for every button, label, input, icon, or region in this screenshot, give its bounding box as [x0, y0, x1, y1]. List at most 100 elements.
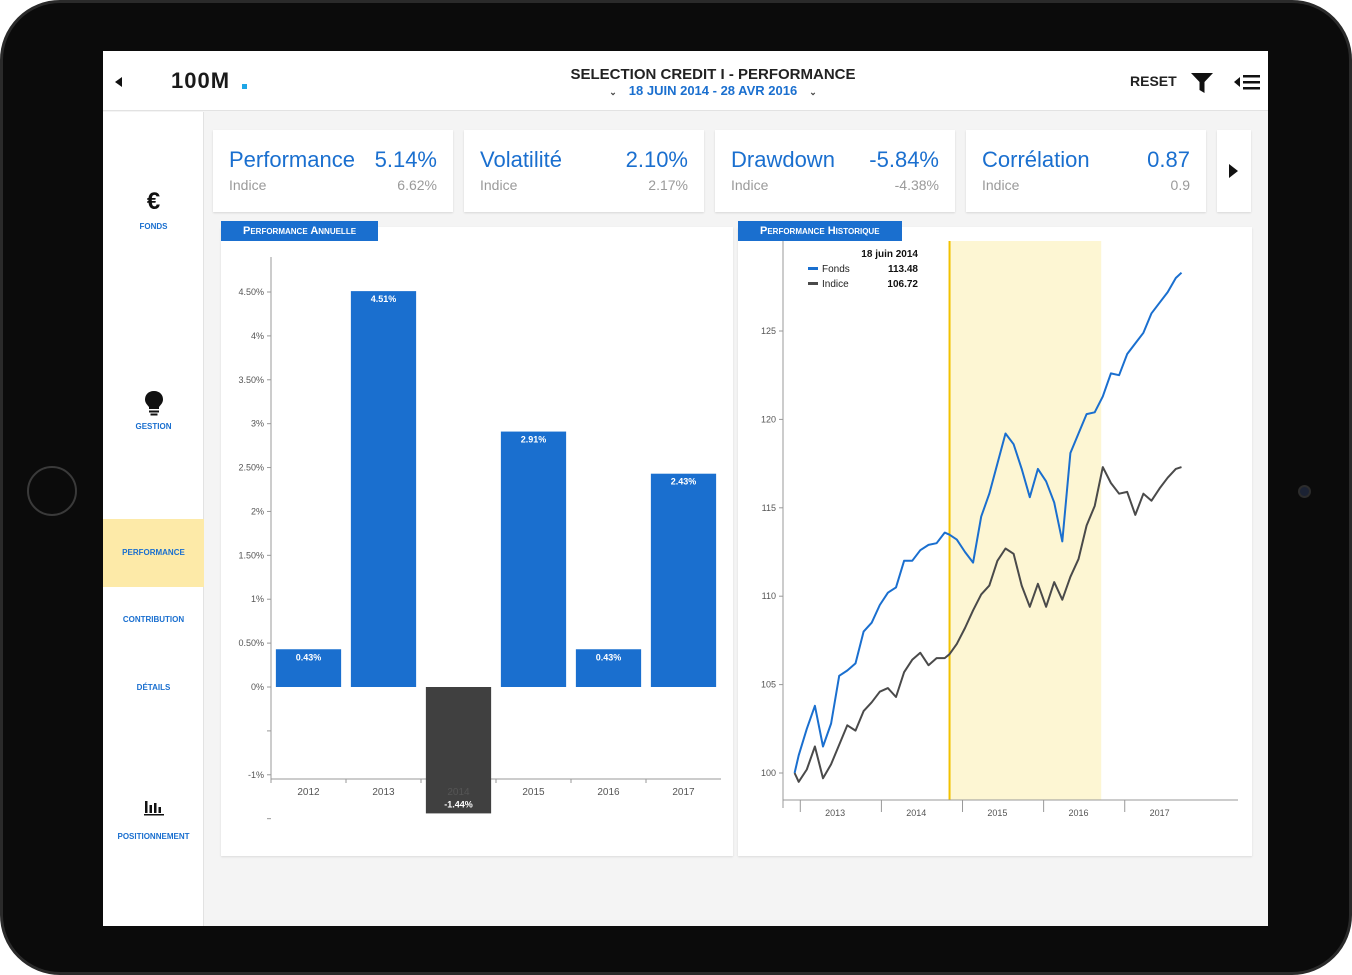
y-tick-label: 115 [762, 503, 776, 513]
annual-performance-panel: Performance Annuelle 4.50% 4% 3.50% 3% 2.50%… [221, 221, 733, 856]
sidebar-item-label: POSITIONNEMENT [117, 832, 190, 841]
legend-value: 113.48 [888, 264, 918, 275]
date-range-label: 18 JUIN 2014 - 28 AVR 2016 [628, 83, 798, 98]
chevron-right-icon [1229, 164, 1238, 178]
main-content: Performance 5.14% Indice 6.62% Volatilit… [204, 112, 1268, 926]
y-tick-label: 1% [251, 594, 264, 604]
y-tick-label: 4.50% [238, 287, 264, 297]
sidebar-item-positionnement[interactable]: POSITIONNEMENT [103, 798, 204, 841]
tablet-frame: 100M SELECTION CREDIT I - PERFORMANCE ⌄ 1… [0, 0, 1352, 975]
sidebar-item-fonds[interactable]: € FONDS [103, 188, 204, 231]
kpi-card-volatilite[interactable]: Volatilité 2.10% Indice 2.17% [464, 130, 704, 212]
legend-swatch [808, 282, 818, 285]
x-tick-label: 2014 [447, 787, 470, 798]
sidebar-item-performance[interactable]: PERFORMANCE [103, 519, 204, 587]
kpi-card-drawdown[interactable]: Drawdown -5.84% Indice -4.38% [715, 130, 955, 212]
logo: 100M [171, 68, 231, 93]
camera [1298, 485, 1311, 498]
x-tick-label: 2016 [1068, 808, 1088, 818]
kpi-sub-value: 0.9 [1170, 177, 1190, 193]
menu-collapse-icon[interactable] [1234, 73, 1260, 91]
sidebar-item-label: PERFORMANCE [122, 548, 185, 557]
kpi-card-correlation[interactable]: Corrélation 0.87 Indice 0.9 [966, 130, 1206, 212]
reset-button[interactable]: RESET [1130, 73, 1177, 89]
kpi-name: Volatilité [480, 147, 562, 172]
historical-performance-panel: Performance Historique 100 105 110 115 120 12… [738, 221, 1252, 856]
x-tick-label: 2013 [372, 787, 395, 798]
app-screen: 100M SELECTION CREDIT I - PERFORMANCE ⌄ 1… [103, 51, 1268, 926]
sidebar-item-label: CONTRIBUTION [122, 615, 185, 624]
lightbulb-icon [144, 391, 163, 416]
x-tick-label: 2014 [906, 808, 926, 818]
kpi-sub-label: Indice [731, 177, 769, 193]
x-tick-label: 2015 [522, 787, 545, 798]
sidebar-item-details[interactable]: DÉTAILS [103, 683, 204, 692]
chevron-down-icon[interactable]: ⌄ [809, 87, 817, 98]
y-tick-label: 3.50% [238, 375, 264, 385]
y-tick-label: 0.50% [238, 638, 264, 648]
sidebar: € FONDS GESTION PERFORMANCE CONTRIBUTION… [103, 112, 204, 926]
sidebar-item-contribution[interactable]: CONTRIBUTION [103, 615, 204, 624]
x-tick-label: 2016 [597, 787, 620, 798]
y-tick-label: 120 [761, 414, 776, 424]
kpi-sub-value: -4.38% [894, 177, 939, 193]
kpi-name: Drawdown [731, 147, 835, 172]
x-tick-label: 2013 [825, 808, 845, 818]
y-tick-label: 125 [761, 326, 776, 336]
y-tick-label: 0% [251, 682, 264, 692]
top-bar: 100M SELECTION CREDIT I - PERFORMANCE ⌄ 1… [103, 51, 1268, 111]
bar-value-label: 4.51% [371, 294, 397, 304]
bar-value-label: 0.43% [296, 652, 322, 662]
legend-label: Fonds [822, 264, 850, 275]
y-tick-label: 1.50% [238, 550, 264, 560]
y-tick-label: 110 [762, 591, 776, 601]
bar [500, 431, 567, 687]
date-range-selector[interactable]: ⌄ 18 JUIN 2014 - 28 AVR 2016 ⌄ [503, 83, 923, 98]
y-tick-label: -1% [248, 770, 264, 780]
legend-swatch [808, 267, 818, 270]
kpi-value: 5.14% [374, 147, 437, 172]
y-tick-label: 2.50% [238, 463, 264, 473]
tooltip-date: 18 juin 2014 [861, 249, 918, 260]
x-tick-label: 2017 [672, 787, 695, 798]
sidebar-item-gestion[interactable]: GESTION [103, 390, 204, 431]
x-tick-label: 2017 [1150, 808, 1170, 818]
page-title: SELECTION CREDIT I - PERFORMANCE [570, 66, 856, 83]
bar-value-label: -1.44% [444, 799, 473, 809]
kpi-value: 0.87 [1147, 147, 1190, 172]
kpi-next-button[interactable] [1217, 130, 1251, 212]
y-tick-label: 4% [251, 331, 264, 341]
home-button[interactable] [27, 466, 77, 516]
sidebar-item-label: DÉTAILS [136, 683, 171, 692]
bar-value-label: 2.91% [521, 435, 547, 445]
legend-value: 106.72 [887, 279, 918, 290]
bar-chart-icon [143, 801, 164, 816]
filter-icon[interactable] [1191, 73, 1213, 93]
kpi-sub-label: Indice [480, 177, 518, 193]
kpi-value: 2.10% [625, 147, 688, 172]
bar-value-label: 0.43% [596, 652, 622, 662]
kpi-sub-value: 2.17% [648, 177, 688, 193]
sidebar-item-label: FONDS [139, 222, 168, 231]
kpi-name: Performance [229, 147, 355, 172]
kpi-value: -5.84% [869, 147, 939, 172]
kpi-sub-label: Indice [229, 177, 267, 193]
bar-value-label: 2.43% [671, 477, 697, 487]
kpi-name: Corrélation [982, 147, 1090, 172]
chevron-down-icon[interactable]: ⌄ [609, 87, 617, 98]
kpi-sub-label: Indice [982, 177, 1020, 193]
y-tick-label: 2% [251, 506, 264, 516]
euro-icon: € [146, 188, 161, 215]
y-tick-label: 105 [761, 680, 776, 690]
x-tick-label: 2012 [297, 787, 320, 798]
selected-range-highlight [949, 241, 1102, 800]
sidebar-item-label: GESTION [135, 422, 172, 431]
bar [650, 473, 717, 687]
logo-dot [242, 84, 247, 89]
x-tick-label: 2015 [987, 808, 1007, 818]
bar [350, 291, 417, 687]
y-tick-label: 3% [251, 419, 264, 429]
kpi-card-performance[interactable]: Performance 5.14% Indice 6.62% [213, 130, 453, 212]
y-tick-label: 100 [761, 768, 776, 778]
back-arrow-icon[interactable] [115, 77, 122, 87]
